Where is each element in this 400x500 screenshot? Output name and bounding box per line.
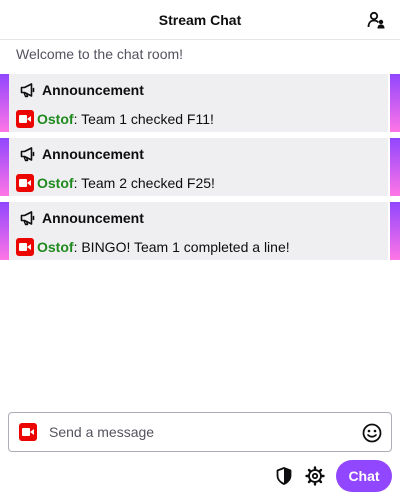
announcement-header: Announcement [20, 144, 144, 164]
chat-title: Stream Chat [158, 11, 242, 28]
announcement-title: Announcement [42, 210, 144, 226]
settings-button[interactable] [305, 466, 325, 486]
chat-message-input[interactable] [49, 421, 349, 443]
message-text: Team 1 checked F11! [77, 111, 214, 127]
emote-picker-button[interactable] [361, 422, 383, 444]
moderation-button[interactable] [274, 466, 294, 486]
announcement-header: Announcement [20, 80, 144, 100]
announcement-accent-bar [0, 138, 9, 196]
community-users-icon [367, 11, 385, 29]
username[interactable]: Ostof [37, 111, 74, 127]
message-text: Team 2 checked F25! [77, 175, 215, 191]
broadcaster-badge-icon[interactable] [16, 110, 34, 128]
chat-line: Ostof: Team 1 checked F11! [16, 109, 214, 129]
chat-footer: Chat [0, 460, 400, 492]
chat-input-container[interactable] [8, 412, 392, 452]
announcement-accent-bar [0, 74, 9, 132]
chat-line: Ostof: Team 2 checked F25! [16, 173, 215, 193]
announcement-title: Announcement [42, 146, 144, 162]
smiley-icon [362, 423, 382, 443]
shield-icon [276, 467, 292, 485]
megaphone-icon [20, 211, 35, 226]
username[interactable]: Ostof [37, 239, 74, 255]
send-chat-button[interactable]: Chat [336, 460, 392, 492]
broadcaster-badge-icon[interactable] [16, 238, 34, 256]
broadcaster-badge-icon[interactable] [16, 174, 34, 192]
announcement-header: Announcement [20, 208, 144, 228]
broadcaster-badge-icon[interactable] [19, 423, 37, 441]
users-button[interactable] [366, 9, 388, 31]
announcement-message: Announcement Ostof: BINGO! Team 1 comple… [0, 202, 400, 260]
megaphone-icon [20, 83, 35, 98]
announcement-accent-bar [390, 74, 400, 132]
chat-header: Stream Chat [0, 0, 400, 40]
announcement-message: Announcement Ostof: Team 2 checked F25! [0, 138, 400, 196]
announcement-accent-bar [390, 202, 400, 260]
announcement-title: Announcement [42, 82, 144, 98]
message-text: BINGO! Team 1 completed a line! [77, 239, 290, 255]
welcome-message: Welcome to the chat room! [16, 46, 184, 62]
megaphone-icon [20, 147, 35, 162]
gear-icon [305, 466, 325, 486]
chat-line: Ostof: BINGO! Team 1 completed a line! [16, 237, 290, 257]
announcement-accent-bar [390, 138, 400, 196]
username[interactable]: Ostof [37, 175, 74, 191]
announcement-accent-bar [0, 202, 9, 260]
announcement-message: Announcement Ostof: Team 1 checked F11! [0, 74, 400, 132]
